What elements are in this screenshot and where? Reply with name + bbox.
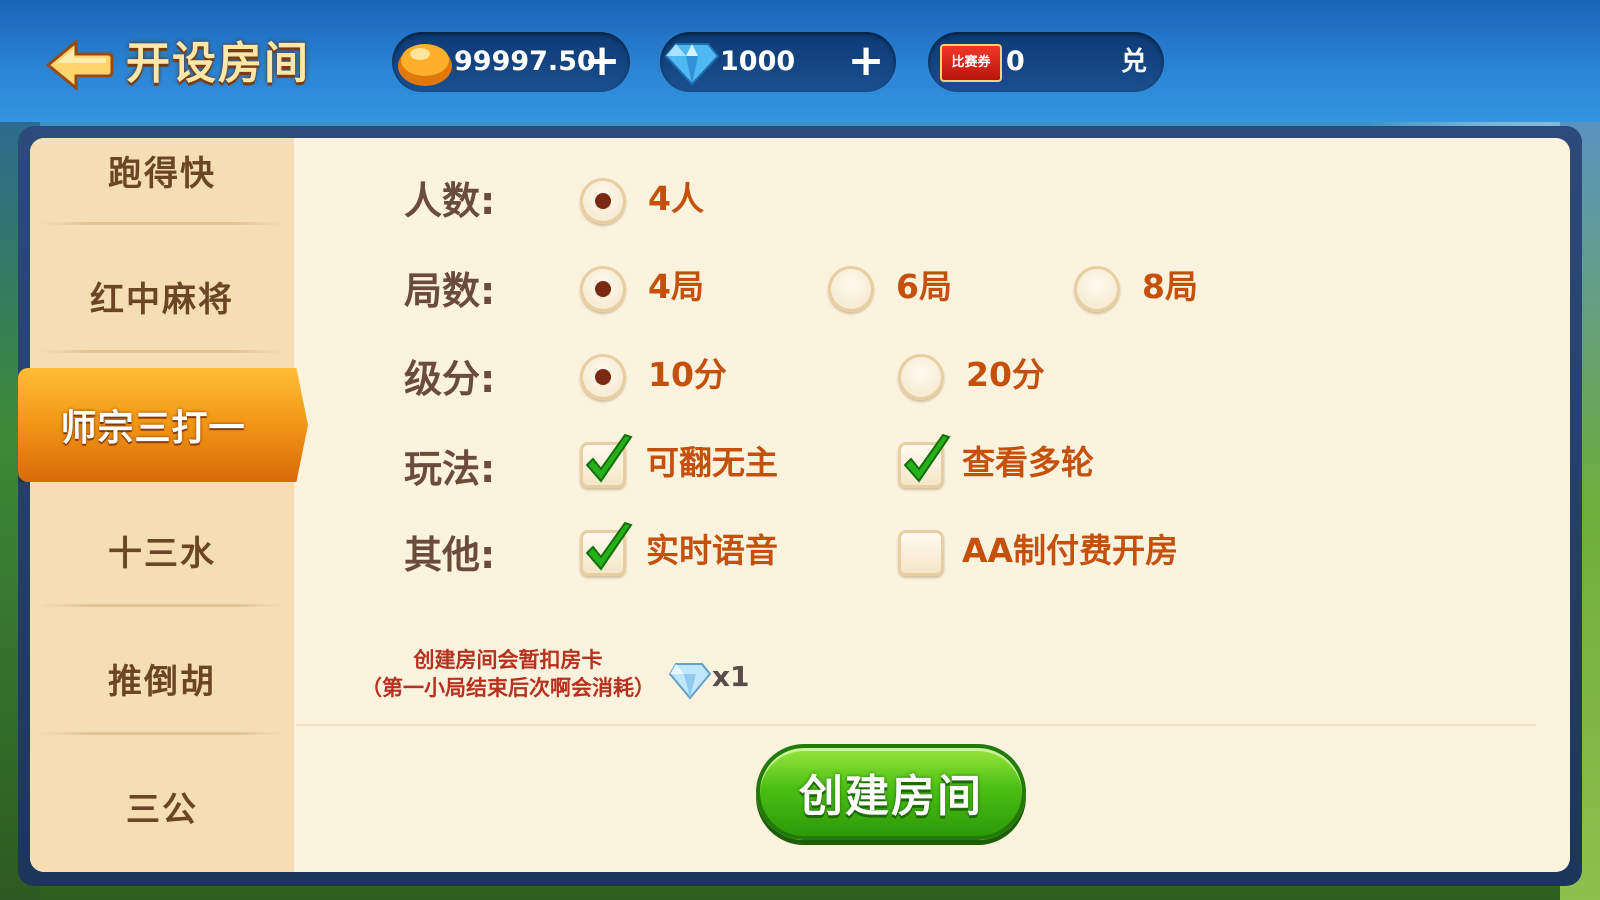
- players-label: 人数:: [404, 179, 496, 223]
- aa-payment-label[interactable]: AA制付费开房: [962, 526, 1178, 576]
- rounds-6-radio[interactable]: [828, 266, 874, 312]
- ticket-icon: 比赛券: [940, 44, 1002, 82]
- ticket-balance: 比赛券 0 兑: [928, 32, 1164, 92]
- rounds-4-radio[interactable]: [580, 266, 626, 312]
- diamond-cost-multiplier: x1: [712, 660, 750, 693]
- diamond-value: 1000: [720, 46, 796, 77]
- score-20-radio[interactable]: [898, 354, 944, 400]
- radio-selected-dot: [595, 193, 611, 209]
- sidebar-divider: [40, 732, 284, 735]
- sidebar-divider: [40, 350, 284, 353]
- players-4-radio[interactable]: [580, 178, 626, 224]
- ticket-value: 0: [1006, 46, 1025, 77]
- sidebar-item-shisanshui[interactable]: 十三水: [30, 486, 294, 614]
- create-room-button[interactable]: 创建房间: [756, 744, 1026, 840]
- gold-ingot-icon: [398, 44, 452, 86]
- notice-line-1: 创建房间会暂扣房卡: [413, 648, 603, 672]
- score-10-label[interactable]: 10分: [648, 350, 727, 400]
- page-title: 开设房间: [126, 38, 310, 89]
- players-4-label[interactable]: 4人: [648, 174, 704, 224]
- sidebar-item-shizong-sandayi[interactable]: 师宗三打一: [18, 368, 308, 482]
- rounds-label: 局数:: [404, 269, 496, 313]
- bottom-divider: [296, 724, 1536, 726]
- aa-payment-checkbox[interactable]: [898, 530, 944, 576]
- diamond-balance: 1000 +: [660, 32, 896, 92]
- notice-line-2: （第一小局结束后次啊会消耗）: [361, 676, 655, 700]
- gold-value: 99997.50: [454, 46, 596, 77]
- sidebar-divider: [40, 222, 284, 225]
- rounds-8-radio[interactable]: [1074, 266, 1120, 312]
- multi-round-label[interactable]: 查看多轮: [962, 438, 1094, 488]
- checkmark-icon: [585, 433, 633, 483]
- voice-chat-label[interactable]: 实时语音: [646, 526, 778, 576]
- voice-chat-checkbox[interactable]: [580, 521, 633, 576]
- back-arrow-icon: [45, 38, 114, 92]
- back-button[interactable]: [44, 38, 114, 92]
- score-label: 级分:: [404, 357, 496, 401]
- sidebar-item-paodekuai[interactable]: 跑得快: [30, 138, 294, 234]
- rounds-4-label[interactable]: 4局: [648, 262, 704, 312]
- other-label: 其他:: [404, 533, 496, 577]
- checkmark-icon: [903, 433, 951, 483]
- gold-balance: 99997.50 +: [392, 32, 630, 92]
- game-sidebar: 跑得快 红中麻将 十三水 推倒胡 三公: [30, 138, 294, 872]
- gameplay-label: 玩法:: [404, 447, 496, 491]
- radio-selected-dot: [595, 369, 611, 385]
- top-bar: 开设房间 99997.50 + 1000 + 比赛券 0 兑: [0, 0, 1600, 122]
- no-trump-checkbox[interactable]: [580, 433, 633, 488]
- multi-round-checkbox[interactable]: [898, 433, 951, 488]
- exchange-ticket-button[interactable]: 兑: [1114, 42, 1154, 82]
- sidebar-item-tuidaohu[interactable]: 推倒胡: [30, 614, 294, 742]
- room-card-notice: 创建房间会暂扣房卡 （第一小局结束后次啊会消耗）: [338, 646, 678, 702]
- no-trump-label[interactable]: 可翻无主: [646, 438, 778, 488]
- sidebar-item-sangong[interactable]: 三公: [30, 742, 294, 870]
- add-gold-button[interactable]: +: [582, 39, 622, 83]
- rounds-6-label[interactable]: 6局: [896, 262, 952, 312]
- score-20-label[interactable]: 20分: [966, 350, 1045, 400]
- diamond-icon: [664, 43, 720, 86]
- sidebar-item-hongzhong-mahjong[interactable]: 红中麻将: [30, 232, 294, 360]
- radio-selected-dot: [595, 281, 611, 297]
- diamond-cost-icon: [668, 663, 712, 700]
- sidebar-divider: [40, 604, 284, 607]
- add-diamond-button[interactable]: +: [846, 39, 886, 83]
- checkmark-icon: [585, 521, 633, 571]
- rounds-8-label[interactable]: 8局: [1142, 262, 1198, 312]
- score-10-radio[interactable]: [580, 354, 626, 400]
